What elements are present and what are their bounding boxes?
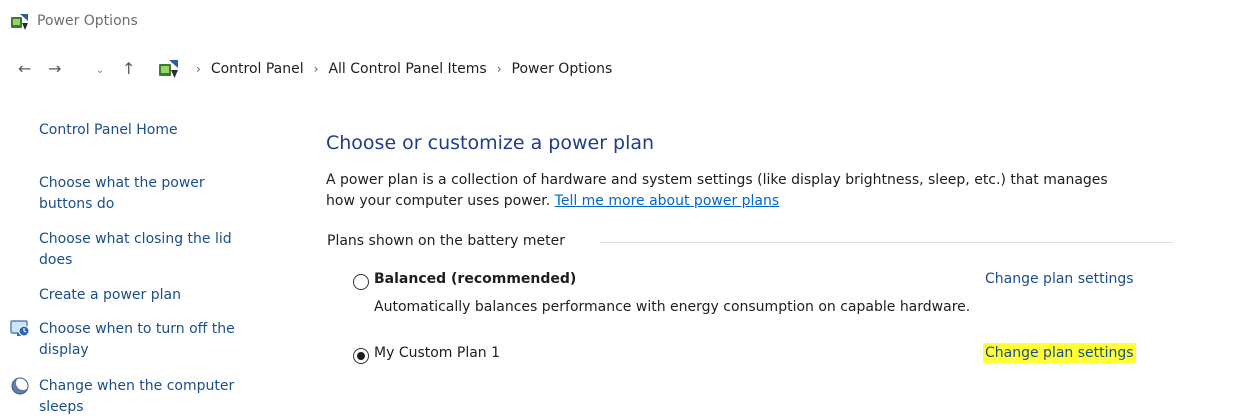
chevron-down-icon[interactable]: ⌄ <box>96 61 104 81</box>
plan-name-my-custom-plan[interactable]: My Custom Plan 1 <box>374 345 500 361</box>
sidebar-item-closing-lid[interactable]: Choose what closing the lid does <box>39 229 232 271</box>
description-line-text: how your computer uses power. <box>326 193 551 209</box>
plan-name-balanced[interactable]: Balanced (recommended) <box>374 271 576 287</box>
breadcrumb-control-panel[interactable]: Control Panel <box>211 61 304 77</box>
power-options-icon <box>11 14 28 30</box>
breadcrumb-all-items[interactable]: All Control Panel Items <box>328 61 486 77</box>
sidebar-item-label: Create a power plan <box>39 287 181 303</box>
change-plan-settings-balanced-link[interactable]: Change plan settings <box>985 271 1134 287</box>
chevron-right-icon[interactable]: › <box>196 62 201 76</box>
description-line: A power plan is a collection of hardware… <box>326 172 1108 188</box>
moon-sleep-icon <box>11 376 30 395</box>
title-bar: Power Options <box>0 0 1247 44</box>
group-label: Plans shown on the battery meter <box>327 233 566 249</box>
tell-me-more-link[interactable]: Tell me more about power plans <box>555 193 780 209</box>
sidebar-item-label: buttons do <box>39 196 115 212</box>
sidebar-item-label: Change when the computer <box>39 378 235 394</box>
power-options-window: Power Options ← → ⌄ ↑ › Control Panel › … <box>0 0 1247 416</box>
group-divider <box>600 242 1173 243</box>
address-bar: ← → ⌄ ↑ › Control Panel › All Control Pa… <box>0 50 1247 90</box>
arrow-right-icon[interactable]: → <box>48 59 61 79</box>
page-title: Choose or customize a power plan <box>326 132 655 154</box>
sidebar-item-label: Choose what closing the lid <box>39 231 232 247</box>
radio-my-custom-plan[interactable] <box>353 348 369 364</box>
sidebar-item-label: Choose what the power <box>39 175 205 191</box>
breadcrumb: › Control Panel › All Control Panel Item… <box>186 61 612 77</box>
radio-balanced[interactable] <box>353 274 369 290</box>
highlighted-link-text[interactable]: Change plan settings <box>983 343 1136 363</box>
chevron-right-icon[interactable]: › <box>314 62 319 76</box>
sidebar-item-label: does <box>39 252 73 268</box>
sidebar-item-create-plan[interactable]: Create a power plan <box>39 285 181 306</box>
change-plan-settings-custom-link[interactable]: Change plan settings <box>983 343 1136 363</box>
breadcrumb-power-options[interactable]: Power Options <box>512 61 613 77</box>
display-timer-icon <box>10 320 30 337</box>
sidebar-item-power-buttons[interactable]: Choose what the power buttons do <box>39 173 205 215</box>
window-title: Power Options <box>37 13 138 29</box>
arrow-up-icon[interactable]: ↑ <box>122 59 135 79</box>
arrow-left-icon[interactable]: ← <box>18 59 31 79</box>
sidebar-item-control-panel-home[interactable]: Control Panel Home <box>39 120 178 141</box>
sidebar-item-label: Choose when to turn off the <box>39 321 235 337</box>
sidebar-item-label: display <box>39 342 89 358</box>
sidebar-item-label: Control Panel Home <box>39 122 178 138</box>
chevron-right-icon[interactable]: › <box>497 62 502 76</box>
sidebar-item-label: sleeps <box>39 399 84 415</box>
plan-description-balanced: Automatically balances performance with … <box>374 299 971 315</box>
power-options-icon[interactable] <box>156 57 180 81</box>
sidebar-item-turn-off-display[interactable]: Choose when to turn off the display <box>39 319 235 361</box>
plan-description-text: A power plan is a collection of hardware… <box>326 170 1186 212</box>
description-line: how your computer uses power. Tell me mo… <box>326 191 1186 212</box>
sidebar-item-computer-sleeps[interactable]: Change when the computer sleeps <box>39 376 234 416</box>
